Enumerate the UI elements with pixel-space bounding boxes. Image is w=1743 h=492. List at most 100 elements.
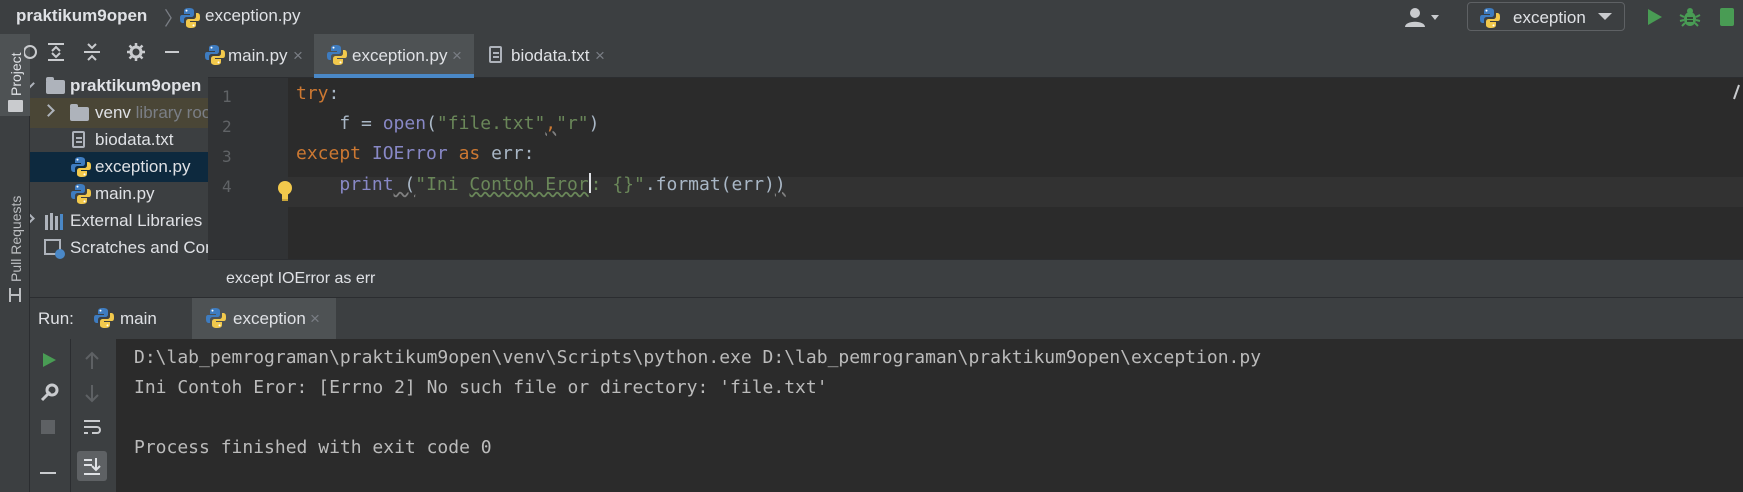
debug-icon[interactable] xyxy=(1678,5,1702,29)
python-icon xyxy=(1480,8,1500,28)
line-number: 2 xyxy=(222,117,232,136)
tab-exception-py[interactable]: exception.py × xyxy=(314,34,474,78)
tab-biodata-txt[interactable]: biodata.txt × xyxy=(474,34,614,78)
pull-requests-tool-label[interactable]: Pull Requests xyxy=(8,196,24,282)
nav-file-name[interactable]: exception.py xyxy=(205,6,300,26)
scratches-icon xyxy=(44,239,65,259)
run-tab-main[interactable]: main × xyxy=(88,298,202,340)
run-tool-header: Run: main × exception × xyxy=(30,297,1743,340)
editor-breadcrumb-bar: except IOError as err xyxy=(208,259,1743,297)
scroll-to-end-icon xyxy=(84,458,101,475)
hide-icon[interactable] xyxy=(162,42,182,62)
tree-item-label: exception.py xyxy=(95,157,191,176)
python-icon xyxy=(71,184,91,204)
code-line-1: try: xyxy=(296,83,340,104)
left-tool-stripe: Project Pull Requests xyxy=(0,34,30,492)
tab-label: main.py xyxy=(228,46,288,65)
run-tab-label: exception xyxy=(233,309,306,328)
code-line-2: f = open("file.txt","r") xyxy=(296,113,600,134)
python-icon xyxy=(94,308,114,328)
arrow-up-icon[interactable] xyxy=(83,351,101,371)
project-tool-label[interactable]: Project xyxy=(8,52,24,96)
python-icon xyxy=(180,8,200,28)
tree-item-label: External Libraries xyxy=(70,211,203,230)
folder-icon xyxy=(46,77,65,94)
run-toolbar-secondary xyxy=(70,339,116,492)
text-file-icon xyxy=(72,131,85,148)
breadcrumb[interactable]: except IOError as err xyxy=(226,270,375,288)
stop-icon[interactable] xyxy=(40,419,56,435)
tab-main-py[interactable]: main.py × xyxy=(205,34,314,78)
run-icon[interactable] xyxy=(1644,7,1664,27)
libraries-icon xyxy=(45,213,63,230)
console-line: D:\lab_pemrograman\praktikum9open\venv\S… xyxy=(134,347,1262,368)
tree-item-main[interactable]: main.py xyxy=(30,179,208,209)
run-tab-exception[interactable]: exception × xyxy=(192,298,336,340)
navigation-bar: praktikum9open 〉 exception.py exception xyxy=(0,0,1743,34)
run-tab-label: main xyxy=(120,309,157,328)
project-toolbar xyxy=(24,34,208,71)
chevron-right-icon[interactable] xyxy=(42,104,55,117)
scroll-to-end-button[interactable] xyxy=(77,451,107,481)
nav-project-name[interactable]: praktikum9open xyxy=(16,6,147,26)
tree-item-venv[interactable]: venv library root xyxy=(30,98,208,128)
close-icon[interactable]: × xyxy=(452,46,462,66)
lightbulb-icon[interactable] xyxy=(276,180,294,202)
text-file-icon xyxy=(489,46,502,63)
line-number-gutter: 1 2 3 4 xyxy=(208,78,288,259)
run-configuration-selector[interactable]: exception xyxy=(1467,2,1625,31)
line-number: 3 xyxy=(222,147,232,166)
pull-request-icon[interactable] xyxy=(7,286,23,304)
python-icon xyxy=(71,157,91,177)
tab-label: exception.py xyxy=(352,46,448,65)
tree-item-scratches[interactable]: Scratches and Consoles xyxy=(30,233,208,263)
project-tree: praktikum9open venv library root biodata… xyxy=(30,71,208,297)
wrench-icon[interactable] xyxy=(39,383,59,403)
collapse-all-icon[interactable] xyxy=(82,42,102,62)
close-icon[interactable]: × xyxy=(310,309,320,329)
tree-item-hint: library root xyxy=(135,103,208,122)
console-line: Process finished with exit code 0 xyxy=(134,437,492,458)
soft-wrap-icon[interactable] xyxy=(82,417,102,437)
more-actions-icon[interactable] xyxy=(1714,5,1740,29)
folder-icon xyxy=(8,100,23,112)
run-configuration-label: exception xyxy=(1513,8,1586,27)
python-icon xyxy=(327,45,347,65)
tree-item-biodata[interactable]: biodata.txt xyxy=(30,125,208,155)
close-icon[interactable]: × xyxy=(293,46,303,66)
gear-icon[interactable] xyxy=(126,42,146,62)
run-console-output[interactable]: D:\lab_pemrograman\praktikum9open\venv\S… xyxy=(116,339,1743,492)
tree-item-label: Scratches and Consoles xyxy=(70,238,208,257)
tree-item-label: venv xyxy=(95,103,131,122)
editor-tab-bar: main.py × exception.py × biodata.txt × xyxy=(205,34,1743,78)
locate-icon[interactable] xyxy=(24,42,42,62)
console-line: Ini Contoh Eror: [Errno 2] No such file … xyxy=(134,377,828,398)
tree-item-external-libraries[interactable]: External Libraries xyxy=(30,206,208,236)
code-line-3: except IOError as err: xyxy=(296,143,535,164)
tree-item-label: praktikum9open xyxy=(70,76,202,95)
chevron-right-icon[interactable] xyxy=(30,212,35,225)
run-toolbar-primary xyxy=(30,339,70,492)
code-editor[interactable]: 1 2 3 4 try: f = open("file.txt","r") ex… xyxy=(208,78,1743,259)
layout-icon[interactable] xyxy=(39,469,57,487)
tree-item-root[interactable]: praktikum9open xyxy=(30,71,208,101)
chevron-down-icon[interactable] xyxy=(30,77,35,90)
folder-icon xyxy=(70,104,89,121)
line-number: 1 xyxy=(222,87,232,106)
python-icon xyxy=(205,45,225,65)
tree-item-label: main.py xyxy=(95,184,155,203)
rerun-icon[interactable] xyxy=(40,351,58,369)
code-line-4: print ("Ini Contoh Eror: {}".format(err)… xyxy=(339,173,786,195)
expand-all-icon[interactable] xyxy=(46,42,66,62)
tree-item-label: biodata.txt xyxy=(95,130,174,149)
tab-label: biodata.txt xyxy=(511,46,590,65)
tree-item-exception[interactable]: exception.py xyxy=(30,152,208,182)
run-label: Run: xyxy=(38,309,74,328)
dropdown-arrow-icon xyxy=(1598,13,1612,20)
close-icon[interactable]: × xyxy=(595,46,605,66)
line-number: 4 xyxy=(222,177,232,196)
user-icon[interactable] xyxy=(1402,5,1442,29)
inspection-widget-icon[interactable] xyxy=(1733,83,1741,103)
python-icon xyxy=(206,308,226,328)
arrow-down-icon[interactable] xyxy=(83,383,101,403)
